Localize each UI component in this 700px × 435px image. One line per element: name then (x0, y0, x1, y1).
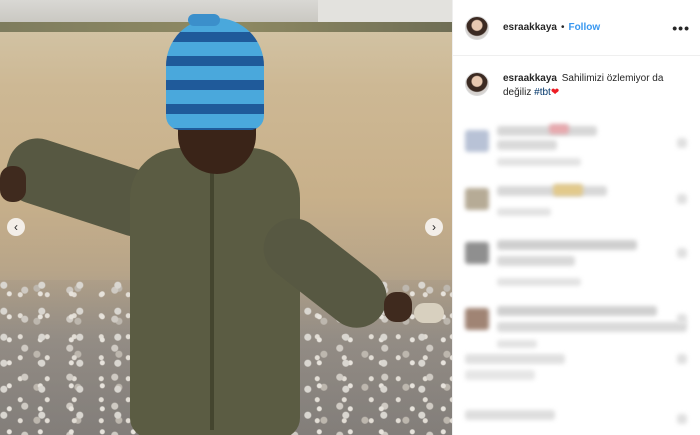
blurred-comment-text (465, 370, 535, 380)
blurred-comment-meta (497, 208, 551, 216)
blurred-comment-avatar (465, 308, 489, 330)
child-beanie (166, 14, 264, 130)
post-caption: esraakkaya Sahilimizi özlemiyor da değil… (453, 56, 700, 100)
child-left-hand (0, 166, 26, 202)
child-right-hand (384, 292, 412, 322)
avatar[interactable] (465, 15, 489, 40)
blurred-comment-text (553, 184, 583, 196)
child-jacket (130, 148, 300, 435)
follow-button[interactable]: Follow (568, 22, 600, 33)
caption-username[interactable]: esraakkaya (503, 73, 557, 84)
header-separator: • (560, 22, 565, 33)
more-dots-icon[interactable]: ••• (672, 20, 690, 36)
previous-photo-button[interactable]: ‹ (7, 218, 25, 236)
blurred-comment-text (497, 306, 657, 316)
blurred-comment-meta (497, 278, 581, 286)
blurred-like-icon (677, 248, 687, 258)
blurred-comment-text (497, 322, 687, 332)
blurred-comment-meta (497, 158, 581, 166)
blurred-like-icon (677, 314, 687, 324)
blurred-comment-avatar (465, 130, 489, 152)
header-username[interactable]: esraakkaya (503, 22, 557, 33)
blurred-like-icon (677, 414, 687, 424)
post-photo[interactable]: ‹ › (0, 0, 452, 435)
blurred-comment-avatar (465, 242, 489, 264)
blurred-comment-text (465, 410, 555, 420)
blurred-like-icon (677, 194, 687, 204)
post-side-panel: esraakkaya • Follow ••• esraakkaya Sahil… (452, 0, 700, 435)
blurred-like-icon (677, 138, 687, 148)
blurred-comment-text (465, 354, 565, 364)
next-photo-button[interactable]: › (425, 218, 443, 236)
blurred-comment-text (497, 240, 637, 250)
blurred-comment-text (497, 256, 575, 266)
caption-text: esraakkaya Sahilimizi özlemiyor da değil… (503, 72, 683, 100)
chevron-right-icon: › (432, 220, 436, 234)
blurred-comment-avatar (465, 188, 489, 210)
stone-in-hand (414, 303, 444, 323)
instagram-post: ‹ › esraakkaya • Follow ••• esraakkaya S… (0, 0, 700, 435)
heart-emoji-icon: ❤ (550, 87, 560, 98)
blurred-comment-text (497, 186, 607, 196)
blurred-comment-text (497, 126, 597, 136)
blurred-comment-text (549, 124, 569, 134)
blurred-like-icon (677, 354, 687, 364)
caption-hashtag[interactable]: #tbt (534, 87, 551, 98)
caption-avatar[interactable] (465, 72, 489, 96)
post-header: esraakkaya • Follow ••• (453, 0, 700, 56)
blurred-comment-text (497, 140, 557, 150)
blurred-comment-meta (497, 340, 537, 348)
chevron-left-icon: ‹ (14, 220, 18, 234)
